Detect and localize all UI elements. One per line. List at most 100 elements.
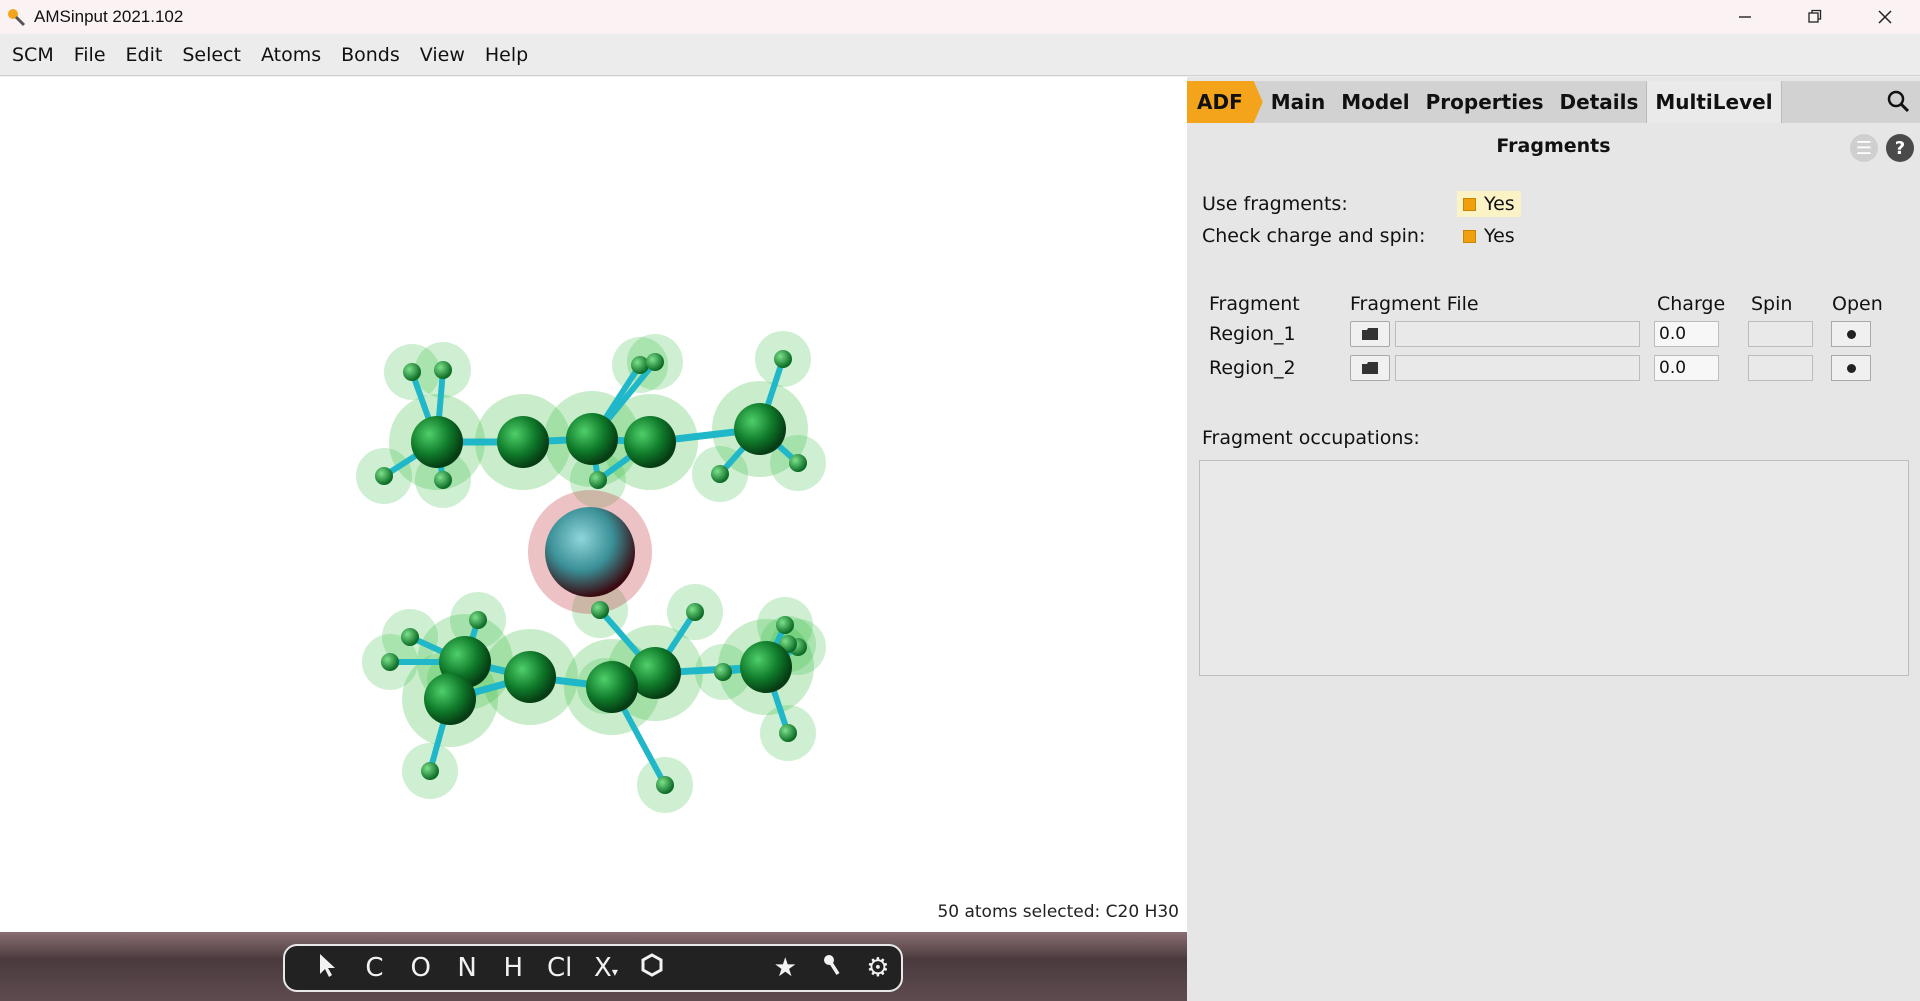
carbon-atom[interactable]	[424, 673, 476, 725]
check-charge-checkbox[interactable]: Yes	[1457, 223, 1521, 249]
carbon-atom[interactable]	[504, 651, 556, 703]
carbon-atom[interactable]	[586, 661, 638, 713]
check-charge-label: Check charge and spin:	[1202, 225, 1426, 247]
open-fragment-button[interactable]	[1831, 355, 1871, 381]
oxygen-tool[interactable]: O	[398, 953, 444, 983]
hydrogen-atom[interactable]	[403, 363, 421, 381]
gear-icon[interactable]: ⚙	[855, 953, 901, 983]
col-charge: Charge	[1657, 293, 1726, 315]
molecule-viewer[interactable]: 50 atoms selected: C20 H30	[0, 77, 1187, 932]
title-bar: AMSinput 2021.102	[0, 0, 1920, 34]
menu-select[interactable]: Select	[182, 44, 241, 66]
molecule-render[interactable]	[0, 77, 1187, 932]
hydrogen-atom[interactable]	[686, 603, 704, 621]
browse-file-button[interactable]	[1350, 321, 1390, 347]
chlorine-tool[interactable]: Cl	[536, 953, 582, 983]
carbon-atom[interactable]	[740, 641, 792, 693]
occupations-label: Fragment occupations:	[1202, 427, 1420, 449]
check-charge-value: Yes	[1484, 225, 1515, 247]
tab-multilevel[interactable]: MultiLevel	[1646, 81, 1782, 123]
menu-view[interactable]: View	[420, 44, 465, 66]
tab-model[interactable]: Model	[1333, 81, 1417, 123]
folder-icon	[1362, 362, 1378, 374]
menu-file[interactable]: File	[74, 44, 106, 66]
help-icon[interactable]: ?	[1886, 134, 1914, 162]
selection-status: 50 atoms selected: C20 H30	[937, 902, 1179, 922]
hydrogen-atom[interactable]	[589, 471, 607, 489]
browse-file-button[interactable]	[1350, 355, 1390, 381]
menu-scm[interactable]: SCM	[12, 44, 54, 66]
close-icon[interactable]	[1850, 0, 1920, 34]
menu-bonds[interactable]: Bonds	[341, 44, 400, 66]
col-fragment-file: Fragment File	[1350, 293, 1479, 315]
nitrogen-tool[interactable]: N	[444, 953, 490, 983]
hydrogen-atom[interactable]	[714, 663, 732, 681]
hydrogen-atom[interactable]	[381, 653, 399, 671]
dot-icon	[1846, 329, 1856, 339]
hydrogen-atom[interactable]	[421, 762, 439, 780]
tab-details[interactable]: Details	[1552, 81, 1647, 123]
spin-input[interactable]	[1748, 355, 1813, 381]
star-icon[interactable]: ★	[762, 953, 808, 983]
app-icon	[4, 5, 28, 29]
carbon-atom[interactable]	[411, 416, 463, 468]
hydrogen-atom[interactable]	[591, 601, 609, 619]
panel-menu-icon[interactable]: ☰	[1850, 134, 1878, 162]
carbon-atom[interactable]	[624, 416, 676, 468]
col-fragment: Fragment	[1209, 293, 1300, 315]
tab-main[interactable]: Main	[1263, 81, 1334, 123]
carbon-tool[interactable]: C	[351, 953, 397, 983]
hydrogen-atom[interactable]	[776, 616, 794, 634]
charge-input[interactable]: 0.0	[1654, 321, 1719, 347]
use-fragments-checkbox[interactable]: Yes	[1457, 191, 1521, 217]
spin-input[interactable]	[1748, 321, 1813, 347]
hydrogen-atom[interactable]	[656, 776, 674, 794]
tab-bar: ADF Main Model Properties Details MultiL…	[1187, 81, 1920, 123]
pointer-icon[interactable]	[305, 952, 351, 985]
metal-atom[interactable]	[545, 507, 635, 597]
search-icon[interactable]	[1886, 89, 1910, 118]
carbon-atom[interactable]	[566, 413, 618, 465]
ring-icon[interactable]	[629, 952, 675, 984]
menu-bar: SCM File Edit Select Atoms Bonds View He…	[0, 34, 1920, 76]
hydrogen-atom[interactable]	[401, 628, 419, 646]
wrench-icon[interactable]	[808, 953, 854, 984]
menu-help[interactable]: Help	[485, 44, 528, 66]
panel-header-icons: ☰ ?	[1850, 134, 1914, 162]
hydrogen-atom[interactable]	[375, 467, 393, 485]
carbon-atom[interactable]	[734, 403, 786, 455]
tab-adf[interactable]: ADF	[1187, 81, 1263, 123]
hydrogen-atom[interactable]	[779, 724, 797, 742]
occupations-textarea[interactable]	[1199, 460, 1909, 676]
molecule-group	[356, 331, 826, 813]
hydrogen-atom[interactable]	[646, 353, 664, 371]
window-controls	[1710, 0, 1920, 34]
menu-atoms[interactable]: Atoms	[261, 44, 321, 66]
hydrogen-atom[interactable]	[434, 471, 452, 489]
col-spin: Spin	[1751, 293, 1793, 315]
hydrogen-atom[interactable]	[789, 454, 807, 472]
fragment-file-input[interactable]	[1395, 321, 1640, 347]
use-fragments-label: Use fragments:	[1202, 193, 1348, 215]
checkbox-icon	[1463, 229, 1476, 243]
hydrogen-atom[interactable]	[469, 611, 487, 629]
menu-edit[interactable]: Edit	[126, 44, 163, 66]
minimize-icon[interactable]	[1710, 0, 1780, 34]
hydrogen-atom[interactable]	[711, 465, 729, 483]
fragment-name: Region_1	[1209, 323, 1296, 345]
other-element-tool[interactable]: X▾	[583, 953, 629, 983]
fragment-file-input[interactable]	[1395, 355, 1640, 381]
tab-properties[interactable]: Properties	[1418, 81, 1552, 123]
fragment-name: Region_2	[1209, 357, 1296, 379]
hydrogen-atom[interactable]	[434, 361, 452, 379]
charge-input[interactable]: 0.0	[1654, 355, 1719, 381]
carbon-atom[interactable]	[497, 416, 549, 468]
panel-title: Fragments	[1496, 135, 1611, 157]
open-fragment-button[interactable]	[1831, 321, 1871, 347]
hydrogen-tool[interactable]: H	[490, 953, 536, 983]
use-fragments-value: Yes	[1484, 193, 1515, 215]
restore-icon[interactable]	[1780, 0, 1850, 34]
hydrogen-atom[interactable]	[631, 356, 649, 374]
hydrogen-atom[interactable]	[774, 350, 792, 368]
settings-panel: ADF Main Model Properties Details MultiL…	[1187, 77, 1920, 1001]
